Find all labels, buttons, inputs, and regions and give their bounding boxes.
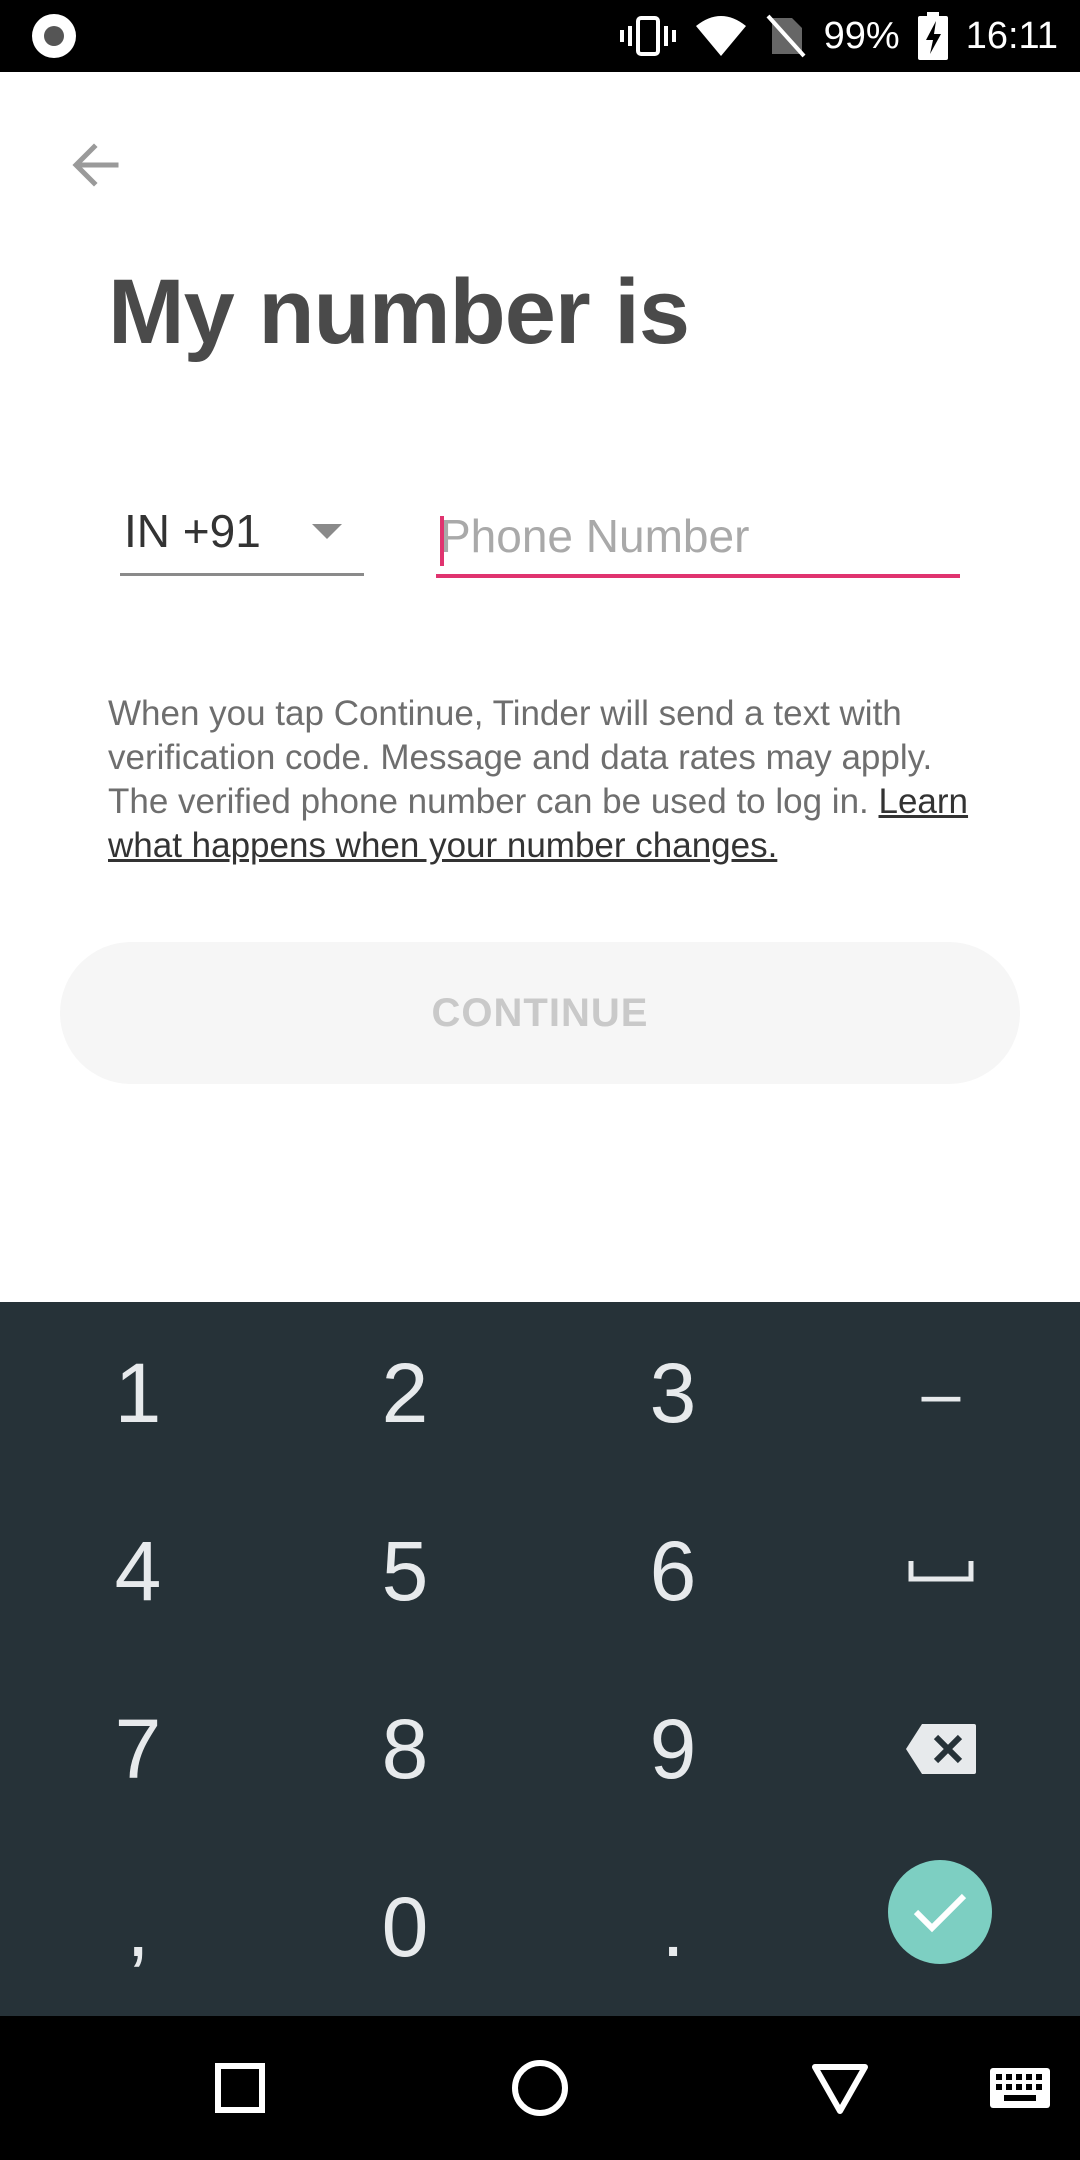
navigation-bar <box>0 2016 1080 2160</box>
key-comma[interactable]: , <box>3 1838 273 2016</box>
home-circle-icon <box>512 2060 568 2116</box>
arrow-left-icon <box>72 143 119 187</box>
record-icon <box>32 14 76 58</box>
page-title: My number is <box>108 261 690 363</box>
battery-percent: 99% <box>823 14 900 57</box>
key-2[interactable]: 2 <box>270 1304 540 1482</box>
chevron-down-icon <box>312 524 342 539</box>
status-bar: 99% 16:11 <box>0 0 1080 72</box>
key-1[interactable]: 1 <box>3 1304 273 1482</box>
wifi-icon <box>694 14 748 58</box>
keyboard-switch-button[interactable] <box>960 2016 1080 2160</box>
disclaimer-text: When you tap Continue, Tinder will send … <box>108 692 988 868</box>
key-space[interactable] <box>806 1482 1076 1660</box>
phone-number-input[interactable] <box>440 506 940 566</box>
key-period[interactable]: . <box>538 1838 808 2016</box>
checkmark-icon <box>913 1893 967 1933</box>
backspace-icon <box>906 1724 976 1774</box>
phone-number-field[interactable] <box>436 500 960 578</box>
status-icons: 99% 16:11 <box>619 0 1058 72</box>
recents-button[interactable] <box>180 2016 300 2160</box>
vibrate-icon <box>619 14 676 58</box>
key-dash[interactable]: – <box>806 1304 1076 1482</box>
clock: 16:11 <box>965 14 1058 57</box>
text-cursor <box>440 516 444 566</box>
home-button[interactable] <box>480 2016 600 2160</box>
back-triangle-icon <box>812 2064 868 2114</box>
key-7[interactable]: 7 <box>3 1660 273 1838</box>
key-4[interactable]: 4 <box>3 1482 273 1660</box>
key-8[interactable]: 8 <box>270 1660 540 1838</box>
space-icon <box>908 1561 974 1582</box>
key-6[interactable]: 6 <box>538 1482 808 1660</box>
keyboard-icon <box>990 2068 1050 2108</box>
continue-button[interactable]: CONTINUE <box>60 942 1020 1084</box>
key-0[interactable]: 0 <box>270 1838 540 2016</box>
key-9[interactable]: 9 <box>538 1660 808 1838</box>
disclaimer-body: When you tap Continue, Tinder will send … <box>108 694 933 821</box>
key-5[interactable]: 5 <box>270 1482 540 1660</box>
country-code-value: IN +91 <box>124 505 261 557</box>
battery-charging-icon <box>917 12 948 60</box>
recents-square-icon <box>215 2063 265 2113</box>
country-code-select[interactable]: IN +91 <box>120 500 364 576</box>
key-3[interactable]: 3 <box>538 1304 808 1482</box>
done-button[interactable] <box>888 1860 992 1964</box>
key-backspace[interactable] <box>806 1660 1076 1838</box>
back-button[interactable] <box>60 130 130 200</box>
no-sim-icon <box>766 14 806 58</box>
back-nav-button[interactable] <box>780 2016 900 2160</box>
